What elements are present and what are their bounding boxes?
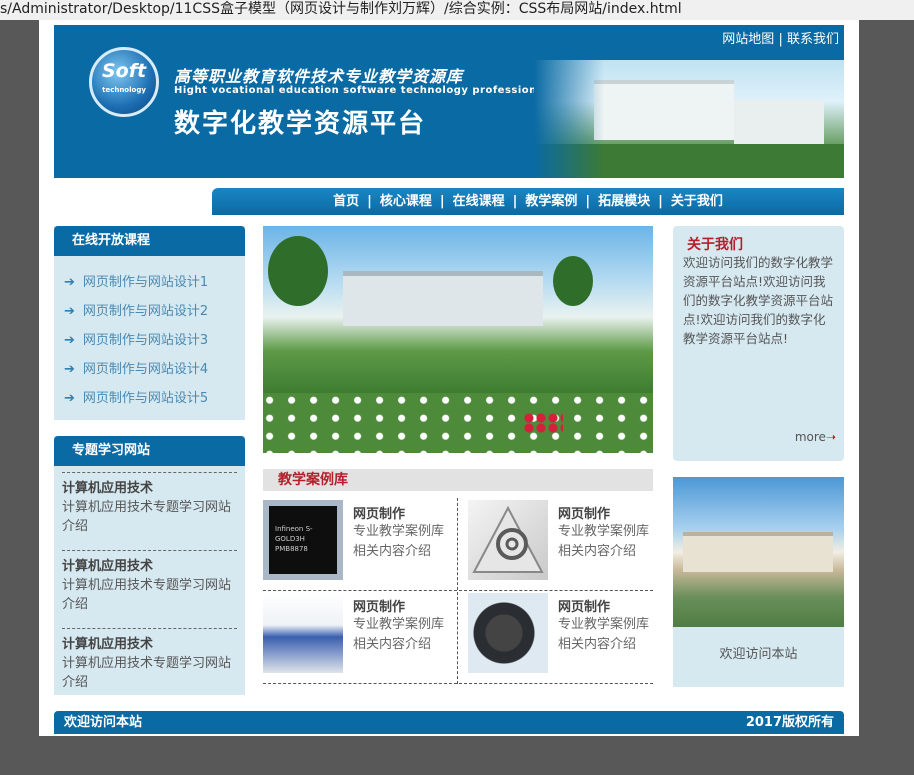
- arrow-right-icon: ➔: [64, 275, 75, 290]
- nav-separator: |: [439, 194, 445, 209]
- about-us-panel: 关于我们 欢迎访问我们的数字化教学资源平台站点!欢迎访问我们的数字化教学资源平台…: [673, 226, 844, 461]
- motor-image: [468, 593, 548, 673]
- case-card[interactable]: Infineon S-GOLD3H PMB8878 网页制作 专业教学案例库相关…: [263, 498, 458, 591]
- topic-item[interactable]: 计算机应用技术 计算机应用技术专题学习网站介绍: [62, 550, 237, 618]
- soft-logo: Soft technology: [89, 47, 159, 117]
- course-link[interactable]: ➔ 网页制作与网站设计1: [64, 268, 245, 297]
- topic-title: 计算机应用技术: [62, 637, 154, 652]
- top-links: 网站地图 | 联系我们: [722, 28, 839, 47]
- contact-link[interactable]: 联系我们: [787, 32, 839, 47]
- nav-separator: |: [658, 194, 663, 209]
- footer-copyright: 2017版权所有: [745, 715, 834, 730]
- case-title: 网页制作: [558, 600, 611, 615]
- header-title-cn: 高等职业教育软件技术专业教学资源库: [174, 67, 464, 86]
- cases-section-title: 教学案例库: [263, 469, 653, 491]
- arrow-right-icon: ➔: [64, 391, 75, 406]
- nav-online-courses[interactable]: 在线课程: [453, 194, 505, 209]
- main-nav: 首页 | 核心课程 | 在线课程 | 教学案例 | 拓展模块 | 关于我们: [212, 188, 844, 215]
- arrow-right-icon: ➝: [825, 430, 836, 444]
- case-desc: 专业教学案例库相关内容介绍: [558, 617, 650, 652]
- sitemap-link[interactable]: 网站地图: [722, 32, 774, 47]
- case-card[interactable]: 网页制作 专业教学案例库相关内容介绍: [468, 498, 663, 591]
- case-desc: 专业教学案例库相关内容介绍: [558, 524, 650, 559]
- case-title: 网页制作: [353, 600, 406, 615]
- campus-building-image: [534, 60, 844, 178]
- campus-photo: [673, 477, 844, 627]
- online-courses-panel: 在线开放课程 ➔ 网页制作与网站设计1 ➔ 网页制作与网站设计2 ➔ 网页制作与网站设…: [54, 226, 245, 420]
- topic-sites-panel: 专题学习网站 计算机应用技术 计算机应用技术专题学习网站介绍 计算机应用技术 计…: [54, 436, 245, 695]
- machine-image: [263, 593, 343, 673]
- case-title: 网页制作: [558, 507, 611, 522]
- about-title: 关于我们: [687, 237, 743, 253]
- page-container: 网站地图 | 联系我们 Soft technology 高等职业教育软件技术专业…: [39, 20, 859, 736]
- topic-desc: 计算机应用技术专题学习网站介绍: [62, 578, 232, 612]
- course-link[interactable]: ➔ 网页制作与网站设计5: [64, 384, 245, 413]
- toplinks-separator: |: [778, 32, 783, 47]
- nav-teaching-cases[interactable]: 教学案例: [525, 194, 577, 209]
- welcome-caption: 欢迎访问本站: [719, 647, 798, 662]
- chip-image: Infineon S-GOLD3H PMB8878: [263, 500, 343, 580]
- site-footer: 欢迎访问本站 2017版权所有: [54, 711, 844, 734]
- site-main-title: 数字化教学资源平台: [174, 109, 427, 139]
- topic-desc: 计算机应用技术专题学习网站介绍: [62, 500, 232, 534]
- topic-title: 计算机应用技术: [62, 559, 154, 574]
- arrow-right-icon: ➔: [64, 333, 75, 348]
- course-link[interactable]: ➔ 网页制作与网站设计4: [64, 355, 245, 384]
- case-title: 网页制作: [353, 507, 406, 522]
- welcome-panel: 欢迎访问本站: [673, 477, 844, 687]
- nav-separator: |: [367, 194, 372, 209]
- footer-welcome: 欢迎访问本站: [64, 715, 143, 730]
- nav-about-us[interactable]: 关于我们: [671, 194, 723, 209]
- address-bar[interactable]: s/Administrator/Desktop/11CSS盒子模型（网页设计与制…: [0, 0, 914, 20]
- nav-core-courses[interactable]: 核心课程: [380, 194, 432, 209]
- campus-garden-photo: [263, 226, 653, 453]
- at-sign-image: [468, 500, 548, 580]
- site-header: 网站地图 | 联系我们 Soft technology 高等职业教育软件技术专业…: [54, 25, 844, 178]
- nav-home[interactable]: 首页: [333, 194, 359, 209]
- case-desc: 专业教学案例库相关内容介绍: [353, 617, 445, 652]
- nav-separator: |: [512, 194, 518, 209]
- url-text: s/Administrator/Desktop/11CSS盒子模型（网页设计与制…: [0, 1, 682, 17]
- arrow-right-icon: ➔: [64, 362, 75, 377]
- more-link[interactable]: more➝: [795, 430, 836, 444]
- courses-panel-title: 在线开放课程: [54, 226, 245, 256]
- about-text: 欢迎访问我们的数字化教学资源平台站点!欢迎访问我们的数字化教学资源平台站点!欢迎…: [683, 255, 834, 346]
- nav-extension-modules[interactable]: 拓展模块: [598, 194, 650, 209]
- case-card[interactable]: 网页制作 专业教学案例库相关内容介绍: [263, 591, 458, 684]
- arrow-right-icon: ➔: [64, 304, 75, 319]
- cases-grid: Infineon S-GOLD3H PMB8878 网页制作 专业教学案例库相关…: [263, 498, 653, 684]
- topic-desc: 计算机应用技术专题学习网站介绍: [62, 656, 232, 690]
- nav-separator: |: [585, 194, 591, 209]
- course-link[interactable]: ➔ 网页制作与网站设计2: [64, 297, 245, 326]
- case-card[interactable]: 网页制作 专业教学案例库相关内容介绍: [468, 591, 663, 684]
- case-desc: 专业教学案例库相关内容介绍: [353, 524, 445, 559]
- topic-item[interactable]: 计算机应用技术 计算机应用技术专题学习网站介绍: [62, 472, 237, 540]
- course-link[interactable]: ➔ 网页制作与网站设计3: [64, 326, 245, 355]
- topic-title: 计算机应用技术: [62, 481, 154, 496]
- topic-item[interactable]: 计算机应用技术 计算机应用技术专题学习网站介绍: [62, 628, 237, 696]
- topics-panel-title: 专题学习网站: [54, 436, 245, 466]
